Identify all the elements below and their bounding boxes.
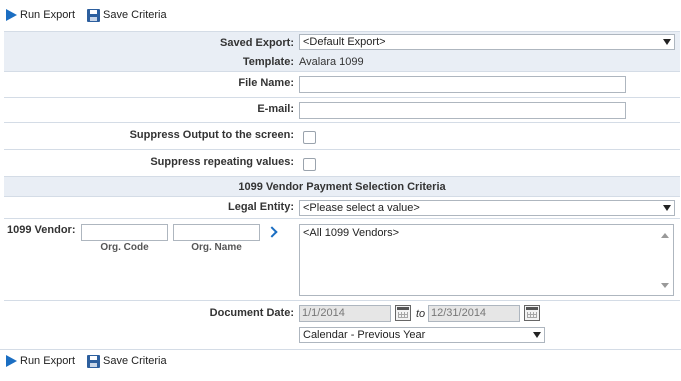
suppress-repeating-row: Suppress repeating values: [4,149,680,177]
calendar-icon[interactable] [395,305,411,321]
date-range-select[interactable]: Calendar - Previous Year [299,327,545,343]
date-from-value: 1/1/2014 [302,307,345,319]
file-name-input[interactable] [299,76,626,93]
date-range-value: Calendar - Previous Year [303,329,426,341]
org-code-input[interactable] [81,224,168,241]
suppress-repeating-checkbox[interactable] [303,158,316,171]
dropdown-arrow-icon [533,332,541,338]
section-header: 1099 Vendor Payment Selection Criteria [4,176,680,197]
save-criteria-button[interactable]: Save Criteria [87,8,167,22]
saved-export-value: <Default Export> [303,36,386,48]
play-icon [6,355,17,367]
org-name-label: Org. Name [191,242,242,253]
save-criteria-label: Save Criteria [103,9,167,21]
date-to-label: to [416,308,426,320]
run-export-label: Run Export [20,9,76,21]
save-criteria-label: Save Criteria [103,355,167,367]
email-input[interactable] [299,102,626,119]
save-criteria-button[interactable]: Save Criteria [87,354,167,368]
floppy-disk-icon [87,354,101,368]
template-value: Avalara 1099 [299,56,364,68]
play-icon [6,9,17,21]
floppy-disk-icon [87,8,101,22]
scroll-down-icon[interactable] [661,283,669,288]
document-date-label: Document Date: [209,307,294,319]
date-to-input[interactable]: 12/31/2014 [428,305,520,322]
date-to-value: 12/31/2014 [431,307,487,319]
suppress-output-label: Suppress Output to the screen: [129,129,294,141]
dropdown-arrow-icon [663,39,671,45]
run-export-button[interactable]: Run Export [6,355,75,367]
dropdown-arrow-icon [663,205,671,211]
legal-entity-value: <Please select a value> [303,202,420,214]
suppress-repeating-label: Suppress repeating values: [150,156,294,168]
template-label: Template: [242,56,294,68]
saved-export-label: Saved Export: [220,37,294,49]
org-code-label: Org. Code [100,242,149,253]
saved-export-select[interactable]: <Default Export> [299,34,675,50]
legal-entity-label: Legal Entity: [227,201,294,213]
vendor-listbox[interactable]: <All 1099 Vendors> [299,224,674,296]
bottom-toolbar: Run Export Save Criteria [0,349,681,372]
run-export-label: Run Export [20,355,76,367]
suppress-output-checkbox[interactable] [303,131,316,144]
legal-entity-select[interactable]: <Please select a value> [299,200,675,216]
org-name-input[interactable] [173,224,260,241]
email-label: E-mail: [257,103,294,115]
vendor-label: 1099 Vendor: [7,224,76,236]
suppress-output-row: Suppress Output to the screen: [4,122,680,150]
top-toolbar: Run Export Save Criteria [0,4,681,26]
scroll-up-icon[interactable] [661,233,669,238]
run-export-button[interactable]: Run Export [6,9,75,21]
section-title: 1099 Vendor Payment Selection Criteria [238,181,446,193]
list-item[interactable]: <All 1099 Vendors> [303,227,399,239]
date-from-input[interactable]: 1/1/2014 [299,305,391,322]
file-name-label: File Name: [238,77,294,89]
calendar-icon[interactable] [524,305,540,321]
